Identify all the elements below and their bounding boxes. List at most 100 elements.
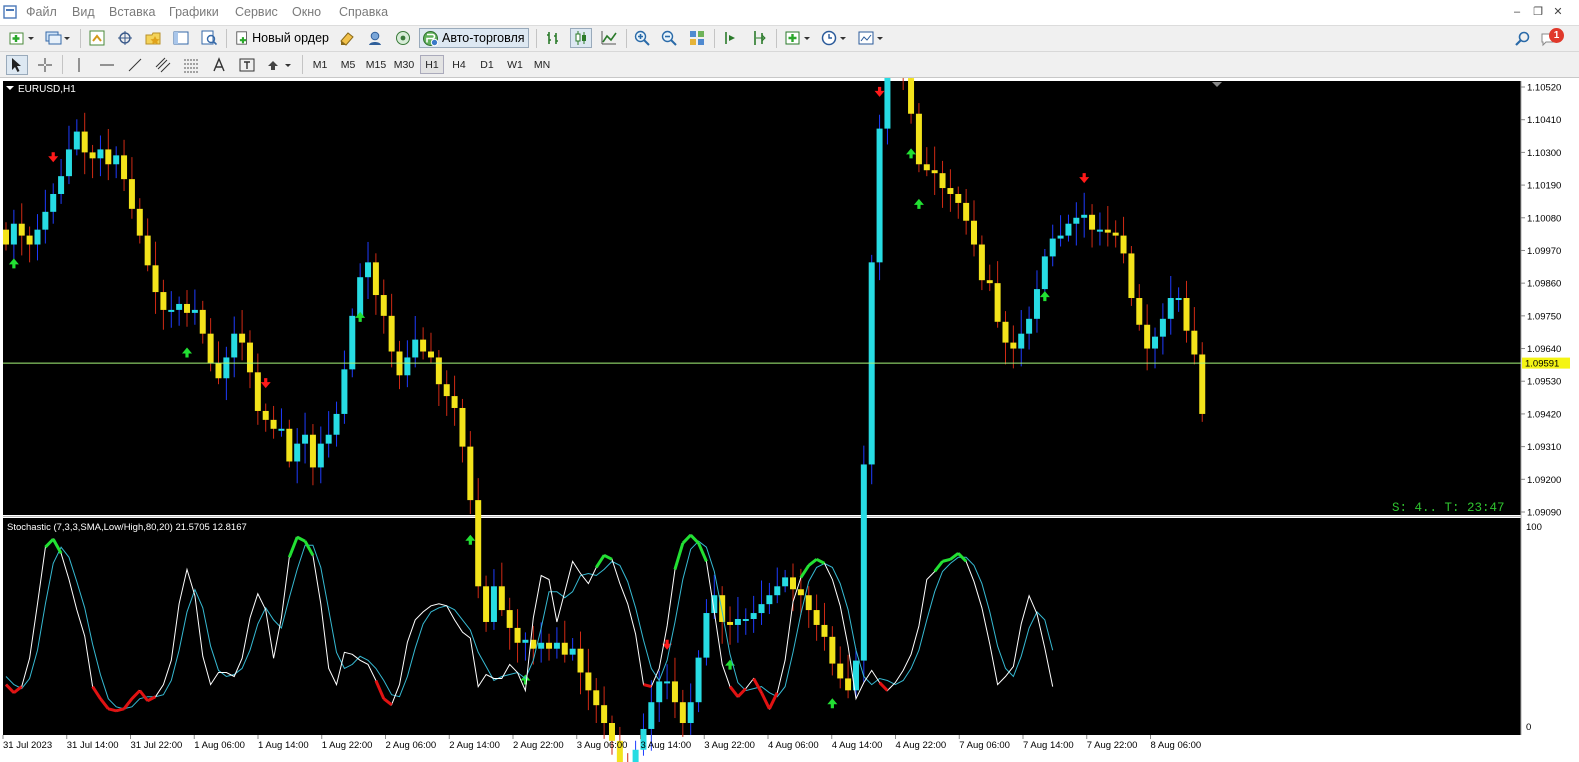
close-icon[interactable]: ✕ (1551, 5, 1565, 19)
search-icon (1514, 31, 1529, 46)
line-chart-button[interactable] (598, 28, 620, 48)
candle (302, 434, 309, 444)
notifications-button[interactable]: 1 (1540, 28, 1566, 48)
notifications-badge: 1 (1549, 28, 1564, 43)
candle (593, 690, 600, 706)
menu-charts[interactable]: Графики (169, 5, 219, 19)
timeframe-m30[interactable]: M30 (391, 55, 417, 74)
candle (349, 315, 356, 370)
fibonacci-button[interactable] (180, 55, 202, 75)
vertical-line-button[interactable] (68, 55, 90, 75)
candle (270, 419, 277, 429)
menu-help[interactable]: Справка (339, 5, 388, 19)
new-order-icon (236, 31, 247, 45)
menu-file[interactable]: Файл (26, 5, 57, 19)
restore-icon[interactable]: ❐ (1531, 5, 1545, 19)
cursor-button[interactable] (6, 55, 28, 75)
timeframe-m5[interactable]: M5 (336, 55, 360, 74)
candle (561, 642, 568, 655)
time-axis-label: 7 Aug 14:00 (1023, 740, 1074, 751)
candle (971, 220, 978, 245)
candle (1073, 217, 1080, 224)
trendline-button[interactable] (124, 55, 146, 75)
autoscroll-button[interactable] (720, 28, 742, 48)
new-chart-button[interactable] (6, 28, 38, 48)
candle (695, 657, 702, 703)
search-button[interactable] (1512, 28, 1532, 48)
timeframe-mn[interactable]: MN (530, 55, 554, 74)
bar-chart-button[interactable] (542, 28, 564, 48)
candle (483, 586, 490, 622)
candle (1183, 298, 1190, 331)
autotrading-label: Авто-торговля (442, 31, 525, 45)
candle (207, 333, 214, 364)
price-axis-label: 1.09750 (1527, 311, 1561, 322)
time-axis-label: 8 Aug 06:00 (1151, 740, 1202, 751)
market-watch-button[interactable] (86, 28, 108, 48)
text-label-button[interactable] (236, 55, 258, 75)
zoom-in-button[interactable] (631, 28, 653, 48)
menu-insert[interactable]: Вставка (109, 5, 155, 19)
templates-button[interactable] (855, 28, 887, 48)
menu-tools[interactable]: Сервис (235, 5, 278, 19)
timeframe-m15[interactable]: M15 (363, 55, 389, 74)
price-axis-label: 1.09640 (1527, 344, 1561, 355)
menu-window[interactable]: Окно (292, 5, 321, 19)
candle (774, 586, 781, 596)
signals-button[interactable] (364, 28, 386, 48)
terminal-button[interactable] (170, 28, 192, 48)
equidistant-channel-button[interactable] (152, 55, 174, 75)
crosshair-icon (38, 58, 52, 72)
stochastic-pane[interactable] (3, 518, 1521, 735)
horizontal-line-button[interactable] (96, 55, 118, 75)
vps-signal-icon (396, 31, 410, 45)
timeframe-m1[interactable]: M1 (308, 55, 332, 74)
cursor-arrow-icon (12, 58, 21, 72)
periods-button[interactable] (818, 28, 850, 48)
text-button[interactable] (208, 55, 230, 75)
new-order-button[interactable]: Новый ордер (232, 28, 330, 48)
candle (18, 223, 25, 236)
candle (97, 149, 104, 159)
price-pane[interactable] (3, 81, 1521, 515)
strategy-tester-button[interactable] (198, 28, 220, 48)
candle (923, 164, 930, 171)
vps-button[interactable] (392, 28, 414, 48)
data-window-button[interactable] (114, 28, 136, 48)
candle (782, 577, 789, 587)
crosshair-button[interactable] (34, 55, 56, 75)
time-axis-label: 1 Aug 06:00 (194, 740, 245, 751)
candle (1104, 229, 1111, 233)
horizontal-line-icon (100, 64, 114, 66)
candle (664, 681, 671, 684)
timeframe-d1[interactable]: D1 (475, 55, 499, 74)
arrows-button[interactable] (264, 55, 294, 75)
candle (231, 333, 238, 358)
timeframe-w1[interactable]: W1 (503, 55, 527, 74)
metaeditor-icon (340, 32, 354, 46)
chart-canvas[interactable]: 1.10520 1.10410 1.10300 1.10190 1.10080 1.099… (0, 78, 1579, 762)
candle (199, 309, 206, 334)
strategy-tester-icon (201, 30, 217, 46)
metaeditor-button[interactable] (336, 28, 358, 48)
minimize-icon[interactable]: – (1510, 5, 1524, 19)
candle (1057, 235, 1064, 239)
candle (727, 621, 734, 625)
stochastic-oversold-segment (643, 683, 652, 689)
menu-view[interactable]: Вид (72, 5, 95, 19)
candle (372, 262, 379, 296)
candle (490, 586, 497, 622)
price-axis-label: 1.10190 (1527, 181, 1561, 192)
candlestick-chart-button[interactable] (570, 28, 592, 48)
candle (294, 443, 301, 462)
navigator-button[interactable] (142, 28, 164, 48)
autotrading-button[interactable]: Авто-торговля (419, 28, 529, 48)
timeframe-h4[interactable]: H4 (447, 55, 471, 74)
zoom-out-button[interactable] (658, 28, 680, 48)
timeframe-h1[interactable]: H1 (420, 55, 444, 74)
indicators-button[interactable] (782, 28, 814, 48)
profiles-button[interactable] (42, 28, 74, 48)
candle (963, 202, 970, 221)
tile-windows-button[interactable] (686, 28, 708, 48)
chart-shift-button[interactable] (748, 28, 770, 48)
